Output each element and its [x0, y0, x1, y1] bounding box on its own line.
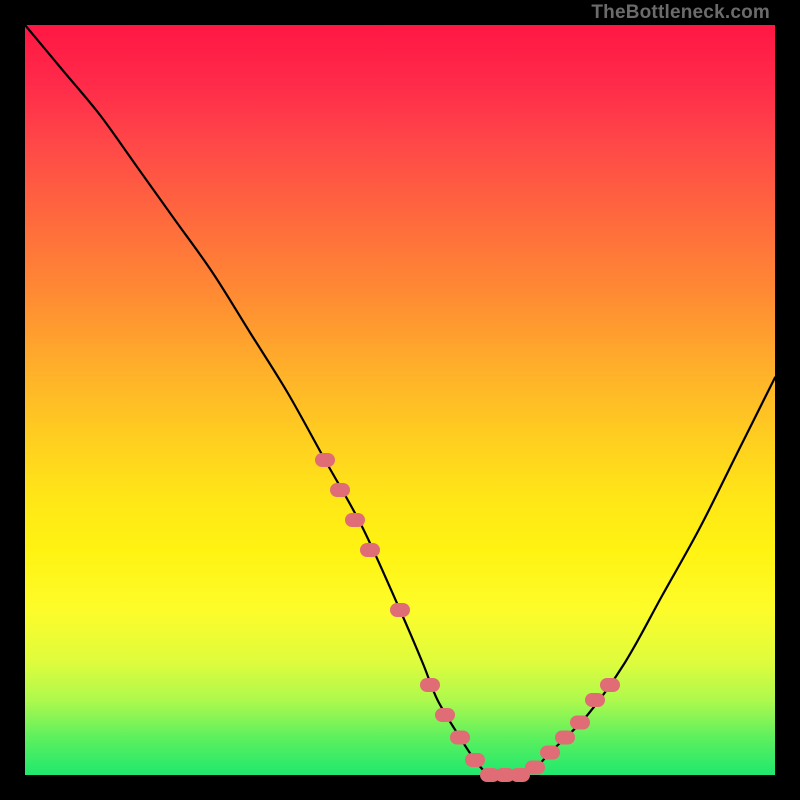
bottleneck-curve	[25, 25, 775, 776]
watermark-text: TheBottleneck.com	[591, 2, 770, 24]
marker-point	[570, 716, 590, 730]
marker-point	[585, 693, 605, 707]
marker-point	[525, 761, 545, 775]
marker-point	[465, 753, 485, 767]
marker-group	[315, 453, 620, 782]
marker-point	[420, 678, 440, 692]
marker-point	[390, 603, 410, 617]
marker-point	[600, 678, 620, 692]
marker-point	[345, 513, 365, 527]
marker-point	[450, 731, 470, 745]
chart-frame	[25, 25, 775, 775]
marker-point	[555, 731, 575, 745]
marker-point	[435, 708, 455, 722]
marker-point	[330, 483, 350, 497]
marker-point	[315, 453, 335, 467]
chart-svg	[25, 25, 775, 775]
marker-point	[360, 543, 380, 557]
marker-point	[540, 746, 560, 760]
